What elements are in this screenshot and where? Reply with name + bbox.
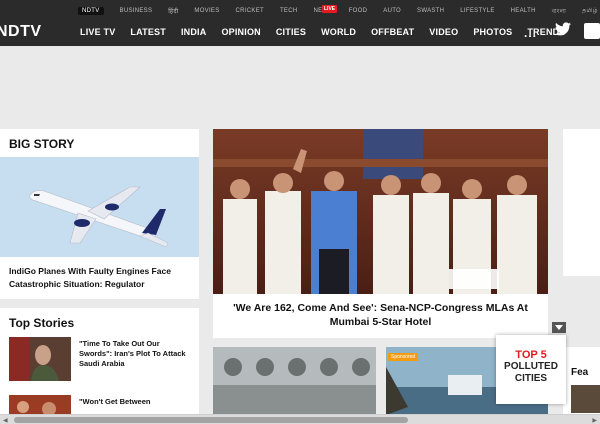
network-link-ndtv[interactable]: NDTV <box>78 7 104 15</box>
big-story-card[interactable]: BIG STORY IndiGo Planes With Faulty Engi… <box>0 129 199 299</box>
network-link-lifestyle[interactable]: LIFESTYLE <box>460 8 494 14</box>
polluted-cities-widget[interactable]: TOP 5 POLLUTED CITIES <box>496 335 566 404</box>
network-link-tamil[interactable]: தமிழ் <box>582 8 598 15</box>
big-story-headline[interactable]: IndiGo Planes With Faulty Engines Face C… <box>9 265 194 291</box>
nav-item-cities[interactable]: CITIES <box>276 27 306 37</box>
top-stories-title: Top Stories <box>9 316 75 330</box>
scroll-right-arrow-icon[interactable]: ▶ <box>592 417 597 424</box>
nav-item-live-tv[interactable]: LIVE TV <box>80 27 115 37</box>
more-menu-button[interactable]: ... <box>524 26 537 40</box>
site-header: NDTV BUSINESS हिंदी MOVIES CRICKET TECH … <box>0 0 600 46</box>
live-badge: LIVE <box>322 5 338 13</box>
widget-top5-label: TOP 5 <box>515 349 547 361</box>
site-logo[interactable]: NDTV <box>0 23 42 41</box>
widget-cities-label: CITIES <box>514 373 548 384</box>
politicians-photo <box>213 129 548 294</box>
network-link-cricket[interactable]: CRICKET <box>236 8 264 14</box>
nav-item-video[interactable]: VIDEO <box>429 27 458 37</box>
network-link-hindi[interactable]: हिंदी <box>168 7 178 15</box>
network-link-business[interactable]: BUSINESS <box>120 8 153 14</box>
nav-item-opinion[interactable]: OPINION <box>221 27 260 37</box>
story-tile[interactable]: Fea <box>563 347 600 415</box>
story-tile[interactable] <box>213 347 376 415</box>
meeting-room-photo <box>213 347 376 415</box>
twitter-icon[interactable] <box>555 22 571 36</box>
nav-item-offbeat[interactable]: OFFBEAT <box>371 27 414 37</box>
network-link-food[interactable]: FOOD <box>349 8 368 14</box>
network-nav: NDTV BUSINESS हिंदी MOVIES CRICKET TECH … <box>78 5 600 17</box>
list-item[interactable]: "Time To Take Out Our Swords": Iran's Pl… <box>9 337 194 383</box>
ad-slot <box>0 46 600 128</box>
tile-thumbnail <box>571 385 600 413</box>
network-link-health[interactable]: HEALTH <box>511 8 536 14</box>
scroll-left-arrow-icon[interactable]: ◀ <box>3 417 8 424</box>
network-link-auto[interactable]: AUTO <box>383 8 401 14</box>
nav-item-india[interactable]: INDIA <box>181 27 207 37</box>
big-story-image[interactable] <box>0 157 199 257</box>
main-story-headline[interactable]: 'We Are 162, Come And See': Sena-NCP-Con… <box>219 301 542 329</box>
soldier-photo <box>9 337 71 381</box>
chevron-down-icon[interactable] <box>552 322 566 333</box>
network-link-bangla[interactable]: বাংলা <box>552 6 566 17</box>
widget-polluted-label: POLLUTED <box>504 361 558 372</box>
main-story-image[interactable] <box>213 129 548 294</box>
nav-item-photos[interactable]: PHOTOS <box>473 27 512 37</box>
story-thumbnail[interactable] <box>9 337 71 381</box>
sponsored-badge: Sponsored <box>388 353 419 361</box>
story-headline[interactable]: "Time To Take Out Our Swords": Iran's Pl… <box>79 339 194 369</box>
big-story-title: BIG STORY <box>9 137 75 151</box>
scrollbar-thumb[interactable] <box>14 417 408 423</box>
nav-item-latest[interactable]: LATEST <box>130 27 166 37</box>
facebook-icon[interactable] <box>584 23 600 39</box>
story-headline[interactable]: "Won't Get Between <box>79 397 194 407</box>
main-nav: LIVE TV LATEST INDIA OPINION CITIES WORL… <box>80 27 581 37</box>
network-link-swasth[interactable]: SWASTH <box>417 8 444 14</box>
carousel-next-card[interactable] <box>563 129 600 276</box>
top-stories-card: Top Stories "Time To Take Out Our Swords… <box>0 308 199 424</box>
network-link-movies[interactable]: MOVIES <box>194 8 219 14</box>
horizontal-scrollbar[interactable]: ◀ ▶ <box>0 414 600 424</box>
airplane-illustration <box>0 157 199 257</box>
network-link-tech[interactable]: TECH <box>280 8 298 14</box>
nav-item-world[interactable]: WORLD <box>321 27 356 37</box>
tile-partial-title: Fea <box>571 367 589 378</box>
main-story-card[interactable]: 'We Are 162, Come And See': Sena-NCP-Con… <box>213 129 548 338</box>
